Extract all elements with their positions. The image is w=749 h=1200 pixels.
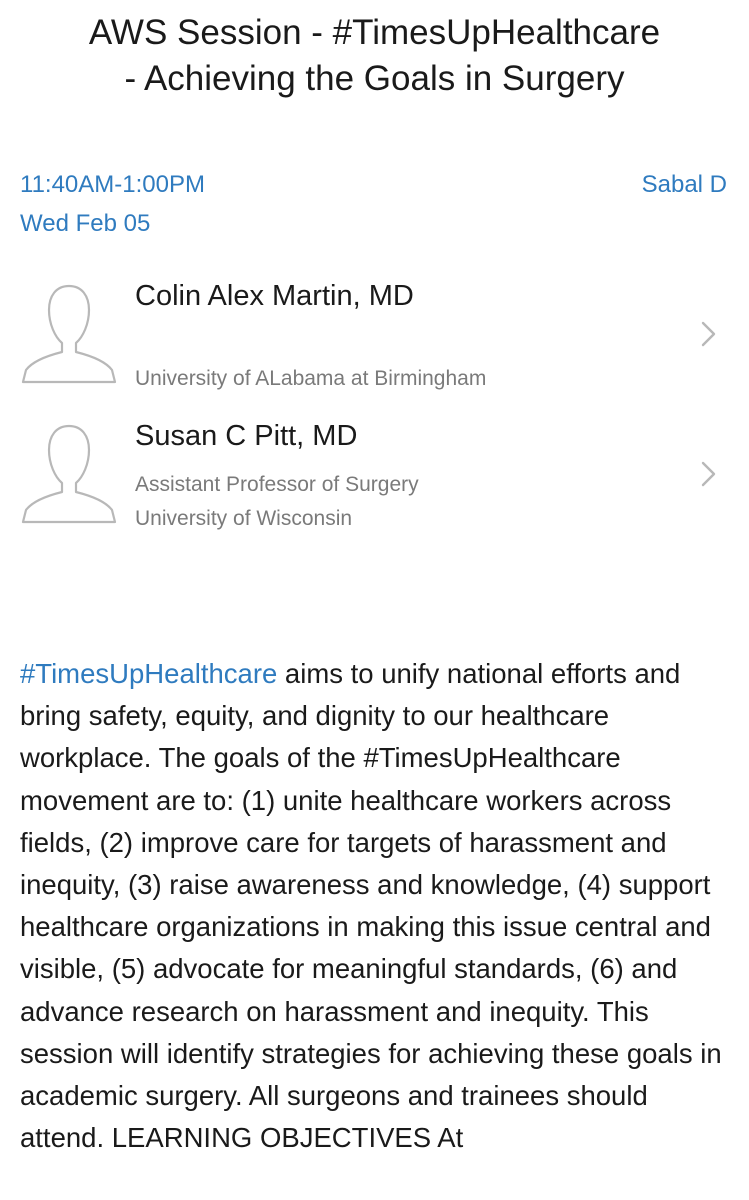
person-outline-icon: [21, 284, 117, 384]
session-title: AWS Session - #TimesUpHealthcare - Achie…: [0, 10, 749, 102]
session-date: Wed Feb 05: [20, 210, 151, 237]
speaker-row[interactable]: Colin Alex Martin, MD University of ALab…: [0, 276, 749, 396]
hashtag-link[interactable]: #TimesUpHealthcare: [20, 658, 277, 689]
chevron-right-icon: [701, 461, 716, 487]
chevron-right-icon: [701, 321, 716, 347]
speaker-row[interactable]: Susan C Pitt, MD Assistant Professor of …: [0, 416, 749, 538]
speaker-affiliation: University of ALabama at Birmingham: [135, 367, 487, 390]
session-time: 11:40AM-1:00PM: [20, 171, 205, 198]
session-title-line-1: AWS Session - #TimesUpHealthcare: [88, 13, 661, 52]
session-title-line-2: - Achieving the Goals in Surgery: [124, 59, 625, 98]
speaker-name: Susan C Pitt, MD: [135, 420, 358, 452]
person-outline-icon: [21, 424, 117, 524]
speaker-affiliation: University of Wisconsin: [135, 507, 353, 530]
session-room[interactable]: Sabal D: [642, 170, 727, 200]
speaker-position: Assistant Professor of Surgery: [135, 473, 419, 496]
session-description: #TimesUpHealthcare aims to unify nationa…: [20, 653, 735, 1159]
speaker-name: Colin Alex Martin, MD: [135, 280, 414, 312]
description-text: aims to unify national efforts and bring…: [20, 658, 722, 1154]
